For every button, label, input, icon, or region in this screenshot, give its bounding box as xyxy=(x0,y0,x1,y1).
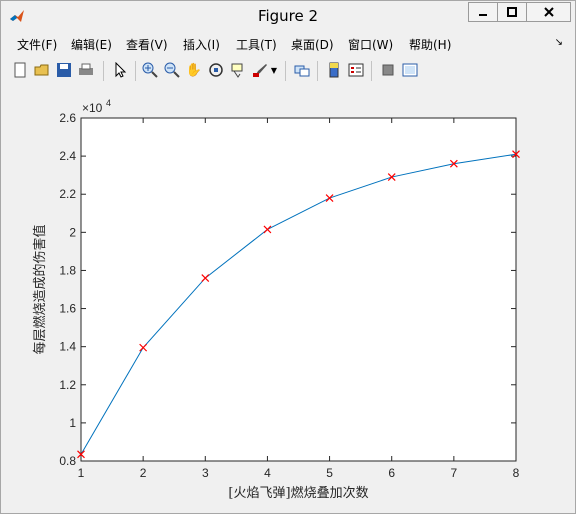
y-axis-label: 每层燃烧造成的伤害值 xyxy=(32,224,48,354)
new-figure-icon[interactable] xyxy=(11,61,29,79)
maximize-icon xyxy=(507,7,517,17)
toolbar-separator xyxy=(135,61,136,81)
toolbar-separator xyxy=(103,61,104,81)
save-icon[interactable] xyxy=(55,61,73,79)
x-tick-label: 4 xyxy=(264,466,271,480)
title-bar: Figure 2 xyxy=(1,1,575,31)
y-tick-label: 1.2 xyxy=(59,378,76,392)
menu-edit[interactable]: 编辑(E) xyxy=(71,36,112,53)
print-icon[interactable] xyxy=(77,61,95,79)
zoom-out-icon[interactable] xyxy=(163,61,181,79)
y-tick-label: 1.8 xyxy=(59,263,76,277)
toolbar-separator xyxy=(371,61,372,81)
toolbar-separator xyxy=(317,61,318,81)
hide-plot-tools-icon[interactable] xyxy=(379,61,397,79)
y-tick-label: 1.4 xyxy=(59,340,76,354)
x-axis-label: [火焰飞弹]燃烧叠加次数 xyxy=(228,485,368,501)
menu-window[interactable]: 窗口(W) xyxy=(348,36,393,53)
x-tick-label: 5 xyxy=(326,466,333,480)
y-tick-label: 1 xyxy=(69,416,76,430)
legend-icon[interactable] xyxy=(347,61,365,79)
y-exponent-label: ×10 xyxy=(82,101,103,115)
undock-arrow-icon[interactable]: ↘ xyxy=(555,37,563,48)
menu-insert[interactable]: 插入(I) xyxy=(183,36,220,53)
figure-canvas: 1 2 3 4 5 6 7 8 0.8 1 1.2 1.4 1.6 1.8 2 2.2 2.4 2.6 ×10 4 [火… xyxy=(7,87,569,507)
open-file-icon[interactable] xyxy=(33,61,51,79)
y-tick-label: 1.6 xyxy=(59,302,76,316)
line-chart[interactable]: 1 2 3 4 5 6 7 80.811.21.41.61.822.22.42.6×10 4[火… xyxy=(7,87,569,507)
minimize-button[interactable] xyxy=(468,2,498,22)
y-tick-label: 0.8 xyxy=(59,454,76,468)
data-cursor-icon[interactable] xyxy=(229,61,247,79)
menu-bar: 文件(F) 编辑(E) 查看(V) 插入(I) 工具(T) 桌面(D) 窗口(W… xyxy=(7,33,569,55)
x-tick-label: 8 xyxy=(513,466,520,480)
menu-file[interactable]: 文件(F) xyxy=(17,36,57,53)
pointer-icon[interactable] xyxy=(111,61,129,79)
close-button[interactable] xyxy=(526,2,571,22)
menu-help[interactable]: 帮助(H) xyxy=(409,36,451,53)
toolbar-separator xyxy=(285,61,286,81)
y-tick-label: 2.4 xyxy=(59,149,76,163)
figure-window: Figure 2 文件(F) 编辑(E) 查看(V) 插入(I) 工具(T) 桌… xyxy=(0,0,576,514)
x-tick-label: 2 xyxy=(140,466,147,480)
y-tick-label: 2.6 xyxy=(59,111,76,125)
plot-area xyxy=(80,117,517,462)
x-tick-label: 3 xyxy=(202,466,209,480)
y-exponent-power: 4 xyxy=(106,98,111,108)
y-tick-label: 2.2 xyxy=(59,187,76,201)
figure-toolbar: ✋ ▼ xyxy=(7,58,569,84)
brush-dropdown-icon[interactable]: ▼ xyxy=(269,61,279,79)
y-tick-label: 2 xyxy=(69,225,76,239)
x-tick-label: 7 xyxy=(451,466,458,480)
menu-tools[interactable]: 工具(T) xyxy=(236,36,277,53)
x-tick-label: 6 xyxy=(388,466,395,480)
maximize-button[interactable] xyxy=(497,2,527,22)
link-plot-icon[interactable] xyxy=(293,61,311,79)
brush-icon[interactable] xyxy=(251,61,269,79)
x-tick-label: 1 xyxy=(78,466,85,480)
close-icon xyxy=(543,7,554,17)
menu-view[interactable]: 查看(V) xyxy=(126,36,168,53)
pan-icon[interactable]: ✋ xyxy=(185,61,203,79)
zoom-in-icon[interactable] xyxy=(141,61,159,79)
show-plot-tools-icon[interactable] xyxy=(401,61,419,79)
colorbar-icon[interactable] xyxy=(325,61,343,79)
rotate-3d-icon[interactable] xyxy=(207,61,225,79)
minimize-icon xyxy=(479,14,487,16)
menu-desktop[interactable]: 桌面(D) xyxy=(291,36,334,53)
